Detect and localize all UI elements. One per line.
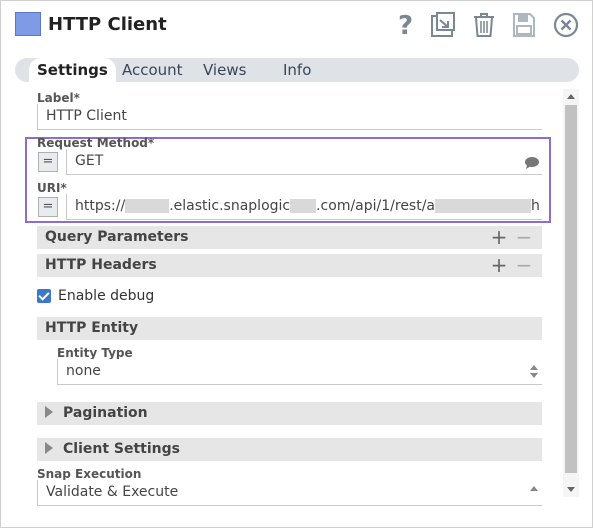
scroll-down-arrow-icon[interactable] — [567, 487, 575, 492]
help-icon[interactable]: ? — [391, 10, 419, 40]
pagination-title: Pagination — [63, 405, 148, 421]
uri-label: URI* — [37, 181, 67, 195]
uri-suffix: h — [531, 198, 540, 214]
remove-icon[interactable]: − — [515, 254, 533, 277]
scroll-up-arrow-icon[interactable] — [567, 94, 575, 99]
snap-color-swatch — [15, 12, 41, 36]
uri-middle-2: .com/api/1/rest/a — [316, 198, 436, 214]
entity-type-label: Entity Type — [57, 346, 133, 360]
scroll-thumb[interactable] — [565, 105, 577, 473]
close-icon[interactable] — [552, 10, 580, 40]
http-headers-section[interactable]: HTTP Headers + − — [37, 254, 542, 277]
label-field-label: Label* — [37, 91, 80, 105]
snap-title: HTTP Client — [48, 14, 167, 35]
export-icon[interactable] — [429, 10, 457, 40]
http-entity-title: HTTP Entity — [45, 320, 139, 336]
query-parameters-title: Query Parameters — [45, 229, 189, 245]
http-headers-title: HTTP Headers — [45, 257, 157, 273]
request-method-input[interactable]: GET — [66, 149, 542, 175]
enable-debug-label: Enable debug — [58, 288, 155, 304]
expand-caret-icon[interactable] — [45, 406, 53, 418]
snap-execution-value: Validate & Execute — [46, 484, 179, 500]
tab-account[interactable]: Account — [122, 58, 183, 82]
select-arrows-icon — [530, 486, 538, 500]
tab-bar: Settings Account Views Info — [15, 58, 579, 84]
client-settings-section[interactable]: Client Settings — [37, 438, 542, 461]
redacted-block — [125, 199, 170, 213]
uri-prefix: https:// — [75, 198, 126, 214]
pagination-section[interactable]: Pagination — [37, 402, 542, 425]
entity-type-value: none — [66, 363, 101, 379]
add-icon[interactable]: + — [490, 226, 508, 249]
snap-execution-label: Snap Execution — [37, 467, 142, 481]
save-icon[interactable] — [510, 10, 538, 40]
comment-icon[interactable] — [524, 154, 540, 174]
uri-expression-toggle[interactable]: = — [38, 197, 58, 217]
remove-icon[interactable]: − — [515, 226, 533, 249]
tab-settings[interactable]: Settings — [29, 58, 116, 84]
uri-middle-1: .elastic.snaplogic — [169, 198, 291, 214]
settings-scrollbar[interactable] — [563, 89, 579, 497]
query-parameters-section[interactable]: Query Parameters + − — [37, 226, 542, 249]
add-icon[interactable]: + — [490, 254, 508, 277]
svg-text:?: ? — [398, 12, 413, 38]
request-method-label: Request Method* — [37, 136, 155, 150]
client-settings-title: Client Settings — [63, 441, 180, 457]
label-input[interactable]: HTTP Client — [37, 104, 542, 130]
snap-execution-select[interactable]: Validate & Execute — [37, 480, 542, 506]
tab-info[interactable]: Info — [283, 58, 311, 82]
request-method-expression-toggle[interactable]: = — [38, 152, 58, 172]
enable-debug-checkbox[interactable] — [37, 289, 51, 303]
http-entity-section: HTTP Entity — [37, 317, 542, 340]
entity-type-select[interactable]: none — [57, 359, 542, 385]
select-arrows-icon — [530, 365, 538, 379]
uri-input[interactable]: https:// .elastic.snaplogic .com/api/1/res… — [66, 194, 542, 220]
snap-settings-dialog: HTTP Client ? Settings Account Views Inf… — [0, 0, 593, 528]
delete-icon[interactable] — [470, 10, 498, 40]
redacted-block — [290, 199, 317, 213]
request-method-value: GET — [75, 153, 104, 169]
tab-views[interactable]: Views — [203, 58, 246, 82]
expand-caret-icon[interactable] — [45, 442, 53, 454]
redacted-block — [435, 199, 532, 213]
